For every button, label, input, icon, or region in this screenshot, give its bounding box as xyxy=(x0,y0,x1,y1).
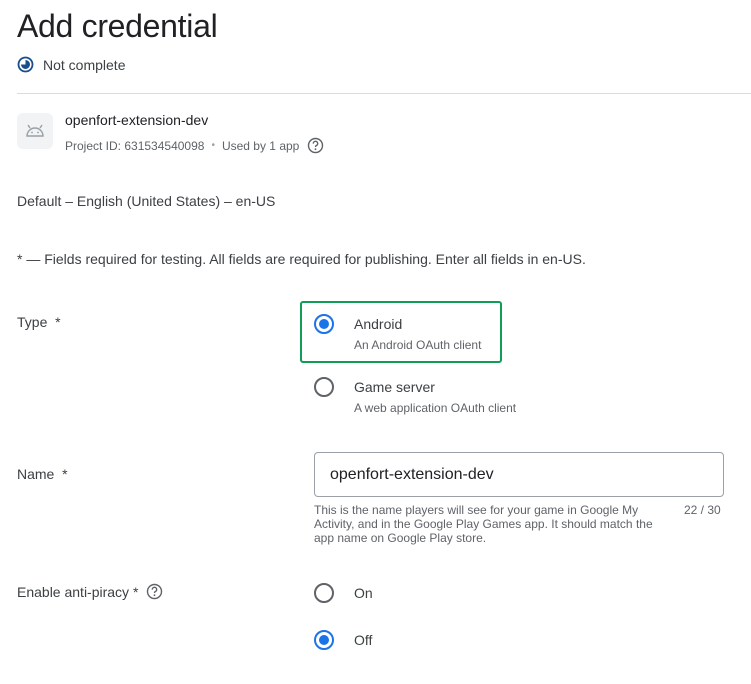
anti-piracy-label: Enable anti-piracy * xyxy=(17,583,163,600)
name-label: Name * xyxy=(17,466,68,482)
used-by-count: Used by 1 app xyxy=(221,138,300,153)
divider xyxy=(17,93,751,94)
option-subtitle: A web application OAuth client xyxy=(354,401,517,415)
locale-label: Default – English (United States) – en-U… xyxy=(17,193,276,209)
option-title: Off xyxy=(354,632,373,648)
name-input[interactable] xyxy=(314,452,724,497)
off-radio[interactable] xyxy=(314,630,334,650)
option-title: Android xyxy=(354,316,403,332)
game-server-radio[interactable] xyxy=(314,377,334,397)
option-title: Game server xyxy=(354,379,435,395)
required-fields-note: * — Fields required for testing. All fie… xyxy=(17,251,586,267)
page-title: Add credential xyxy=(17,8,218,44)
character-counter: 22 / 30 xyxy=(684,503,721,517)
selected-option-highlight xyxy=(300,301,502,363)
android-radio[interactable] xyxy=(314,314,334,334)
status-indicator: Not complete xyxy=(17,56,125,73)
option-subtitle: An Android OAuth client xyxy=(354,338,482,352)
type-label-text: Type * xyxy=(17,314,61,330)
status-text: Not complete xyxy=(43,56,126,73)
app-name: openfort-extension-dev xyxy=(65,112,209,128)
option-title: On xyxy=(354,585,373,601)
help-icon[interactable] xyxy=(307,137,324,154)
progress-circle-icon xyxy=(17,56,34,73)
anti-piracy-label-text: Enable anti-piracy * xyxy=(17,583,139,600)
on-radio[interactable] xyxy=(314,583,334,603)
project-id: Project ID: 631534540098 xyxy=(65,138,205,153)
android-icon xyxy=(17,113,53,149)
help-icon[interactable] xyxy=(146,583,163,600)
name-label-text: Name * xyxy=(17,466,68,482)
name-helper-text: This is the name players will see for yo… xyxy=(314,503,653,545)
app-card: openfort-extension-dev Project ID: 63153… xyxy=(17,112,324,154)
type-label: Type * xyxy=(17,314,61,330)
meta-separator: • xyxy=(211,140,215,151)
